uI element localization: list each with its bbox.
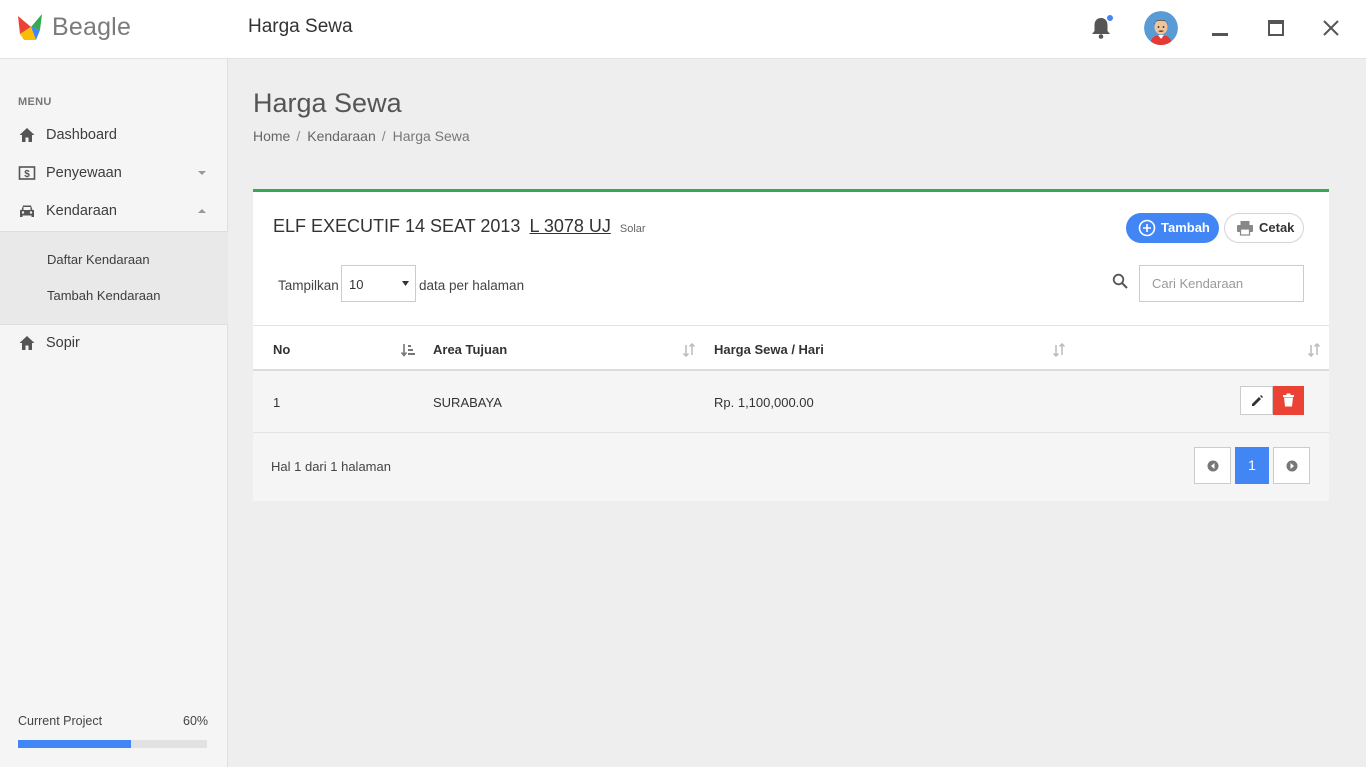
sort-icon[interactable] [1307,343,1321,357]
breadcrumb-home[interactable]: Home [253,128,290,144]
next-page-button[interactable] [1273,447,1310,484]
delete-button[interactable] [1273,386,1304,415]
home-icon [19,128,35,142]
svg-text:$: $ [24,169,30,180]
column-header-no[interactable]: No [273,342,290,357]
print-button-label: Cetak [1259,220,1295,235]
trash-icon [1283,393,1294,407]
page-number-current[interactable]: 1 [1235,447,1269,484]
sidebar-item-dashboard[interactable]: Dashboard [0,117,228,153]
car-icon [20,205,34,217]
sidebar-item-label: Sopir [46,335,80,351]
previous-page-button[interactable] [1194,447,1231,484]
page-length-value: 10 [349,277,364,292]
project-progress-fill [18,740,132,748]
sidebar-subitem-daftar-kendaraan[interactable]: Daftar Kendaraan [47,252,150,267]
cell-no: 1 [273,395,281,410]
beagle-logo [18,14,42,40]
sidebar-item-penyewaan[interactable]: $ Penyewaan [0,155,228,191]
add-button[interactable]: Tambah [1126,213,1219,243]
page-length-select[interactable]: 10 [341,265,416,302]
minimize-icon [1212,33,1228,36]
breadcrumb-kendaraan[interactable]: Kendaraan [307,128,376,144]
printer-icon [1237,221,1253,236]
edit-button[interactable] [1240,386,1273,415]
sidebar-item-label: Dashboard [46,127,117,143]
vehicle-name: ELF EXECUTIF 14 SEAT 2013 [273,216,521,236]
project-progress-bar [18,740,207,748]
panel-title: ELF EXECUTIF 14 SEAT 2013 L 3078 UJ Sola… [273,216,646,237]
sort-icon[interactable] [1052,343,1066,357]
pencil-icon [1252,395,1263,406]
search-icon [1112,273,1128,289]
sidebar-item-label: Penyewaan [46,165,122,181]
chevron-up-icon [198,209,206,213]
chevron-down-icon [402,281,409,286]
page-title: Harga Sewa [253,88,402,118]
avatar-image [1144,11,1178,45]
column-header-price[interactable]: Harga Sewa / Hari [714,342,824,357]
search-input[interactable] [1139,265,1304,302]
length-prefix: Tampilkan [278,278,339,293]
table-footer: Hal 1 dari 1 halaman 1 [253,433,1329,501]
dollar-icon: $ [18,166,36,180]
project-label: Current Project [18,714,103,728]
print-button[interactable]: Cetak [1224,213,1304,243]
breadcrumb: Home / Kendaraan / Harga Sewa [253,128,470,144]
maximize-icon [1268,20,1284,36]
add-button-label: Tambah [1161,220,1210,235]
breadcrumb-current: Harga Sewa [392,128,470,144]
user-avatar[interactable] [1144,11,1178,45]
add-circle-icon [1138,219,1156,237]
close-button[interactable] [1316,14,1346,44]
home-icon [19,336,35,350]
sort-icon[interactable] [682,343,696,357]
brand-name: Beagle [52,12,132,41]
vehicle-plate[interactable]: L 3078 UJ [529,216,610,236]
cell-area: SURABAYA [433,395,502,410]
cell-price: Rp. 1,100,000.00 [714,395,814,410]
breadcrumb-separator: / [296,128,301,144]
maximize-button[interactable] [1261,14,1291,44]
minimize-button[interactable] [1205,14,1235,44]
sidebar-item-kendaraan[interactable]: Kendaraan [0,193,228,229]
menu-caption: MENU [18,96,52,108]
brand[interactable]: Beagle [16,12,131,42]
chevron-right-icon [1286,460,1298,472]
table-row: 1 SURABAYA Rp. 1,100,000.00 [253,371,1329,433]
chevron-down-icon [198,171,206,175]
sort-ascending-icon[interactable] [401,343,415,357]
column-header-area[interactable]: Area Tujuan [433,342,507,357]
vehicle-fuel: Solar [619,223,646,235]
bell-icon [1092,15,1113,39]
table-header: No Area Tujuan Harga Sewa / Hari [253,325,1329,371]
length-suffix: data per halaman [419,278,525,293]
sidebar-item-label: Kendaraan [46,203,117,219]
sidebar-item-sopir[interactable]: Sopir [0,325,228,361]
breadcrumb-separator: / [381,128,386,144]
sidebar: MENU Dashboard $ Penyewaan Kendaraan Daf… [0,59,228,767]
chevron-left-icon [1207,460,1219,472]
page-info: Hal 1 dari 1 halaman [271,459,391,474]
close-icon [1323,20,1339,36]
project-percent: 60% [183,714,209,728]
sidebar-subitem-tambah-kendaraan[interactable]: Tambah Kendaraan [47,288,160,303]
price-panel: ELF EXECUTIF 14 SEAT 2013 L 3078 UJ Sola… [253,189,1329,501]
top-bar: Beagle Harga Sewa [0,0,1366,59]
notifications-button[interactable] [1088,14,1114,42]
header-title: Harga Sewa [248,16,353,37]
kendaraan-submenu: Daftar Kendaraan Tambah Kendaraan [0,231,228,325]
